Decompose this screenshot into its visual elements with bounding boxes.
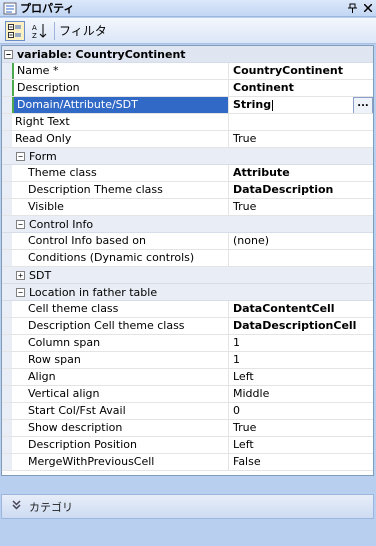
- property-row-read-only[interactable]: Read Only True: [2, 131, 373, 148]
- property-row-vertical-align[interactable]: Vertical align Middle: [2, 386, 373, 403]
- property-name: Align: [12, 369, 229, 385]
- pin-icon[interactable]: [344, 1, 360, 16]
- alphabetical-sort-button[interactable]: A Z: [30, 21, 50, 41]
- property-name: Show description: [12, 420, 229, 436]
- location-category[interactable]: − Location in father table: [2, 284, 373, 301]
- sdt-category-label: SDT: [29, 268, 52, 282]
- property-row-merge-with-previous-cell[interactable]: MergeWithPreviousCell False: [2, 454, 373, 471]
- property-name: Column span: [12, 335, 229, 351]
- property-value[interactable]: True: [229, 199, 373, 215]
- property-value[interactable]: [229, 250, 373, 266]
- variable-category[interactable]: − variable: CountryContinent: [2, 46, 373, 63]
- property-row-column-span[interactable]: Column span 1: [2, 335, 373, 352]
- property-value[interactable]: DataDescriptionCell: [229, 318, 373, 334]
- collapse-icon[interactable]: −: [16, 287, 25, 297]
- property-name: Right Text: [12, 114, 229, 130]
- property-name: Description Position: [12, 437, 229, 453]
- property-name: Read Only: [12, 131, 229, 147]
- control-info-category[interactable]: − Control Info: [2, 216, 373, 233]
- property-row-right-text[interactable]: Right Text: [2, 114, 373, 131]
- property-name: MergeWithPreviousCell: [12, 454, 229, 470]
- property-value[interactable]: True: [229, 420, 373, 436]
- panel-bottom-area: [0, 520, 376, 546]
- property-row-conditions[interactable]: Conditions (Dynamic controls): [2, 250, 373, 267]
- property-value[interactable]: (none): [229, 233, 373, 249]
- form-category-label: Form: [29, 149, 57, 163]
- browse-button[interactable]: ...: [353, 97, 373, 113]
- property-row-start-col[interactable]: Start Col/Fst Avail 0: [2, 403, 373, 420]
- property-name: Domain/Attribute/SDT: [12, 97, 229, 113]
- location-category-label: Location in father table: [29, 285, 158, 299]
- categorized-icon: [8, 23, 21, 38]
- expand-icon[interactable]: +: [16, 270, 25, 280]
- property-value[interactable]: Continent: [229, 80, 373, 96]
- property-value[interactable]: True: [229, 131, 373, 147]
- property-row-visible[interactable]: Visible True: [2, 199, 373, 216]
- double-chevron-down-icon[interactable]: [12, 500, 21, 513]
- sdt-category[interactable]: + SDT: [2, 267, 373, 284]
- property-row-show-description[interactable]: Show description True: [2, 420, 373, 437]
- property-name: Start Col/Fst Avail: [12, 403, 229, 419]
- collapse-icon[interactable]: −: [16, 219, 25, 229]
- form-category[interactable]: − Form: [2, 148, 373, 165]
- panel-title: プロパティ: [20, 2, 75, 15]
- property-row-description-theme-class[interactable]: Description Theme class DataDescription: [2, 182, 373, 199]
- property-row-description-position[interactable]: Description Position Left: [2, 437, 373, 454]
- property-name: Name *: [12, 63, 229, 79]
- property-name: Description Cell theme class: [12, 318, 229, 334]
- property-name: Conditions (Dynamic controls): [12, 250, 229, 266]
- property-value[interactable]: False: [229, 454, 373, 470]
- sort-az-icon: A Z: [32, 23, 47, 39]
- svg-text:Z: Z: [32, 32, 37, 39]
- property-row-name[interactable]: Name * CountryContinent: [2, 63, 373, 80]
- text-caret: [272, 99, 274, 111]
- panel-titlebar: プロパティ: [0, 0, 376, 17]
- property-row-description[interactable]: Description Continent: [2, 80, 373, 97]
- property-value[interactable]: Middle: [229, 386, 373, 402]
- property-value[interactable]: 1: [229, 352, 373, 368]
- property-name: Theme class: [12, 165, 229, 181]
- property-row-cell-theme-class[interactable]: Cell theme class DataContentCell: [2, 301, 373, 318]
- property-name: Description: [12, 80, 229, 96]
- property-value[interactable]: Attribute: [229, 165, 373, 181]
- property-value[interactable]: 0: [229, 403, 373, 419]
- property-name: Visible: [12, 199, 229, 215]
- property-value[interactable]: DataDescription: [229, 182, 373, 198]
- control-info-category-label: Control Info: [29, 217, 94, 231]
- property-grid: − variable: CountryContinent Name * Coun…: [1, 45, 374, 476]
- property-value[interactable]: 1: [229, 335, 373, 351]
- property-row-theme-class[interactable]: Theme class Attribute: [2, 165, 373, 182]
- properties-icon: [3, 2, 17, 14]
- property-value[interactable]: CountryContinent: [229, 63, 373, 79]
- collapse-icon[interactable]: −: [16, 151, 25, 161]
- property-row-control-info-based-on[interactable]: Control Info based on (none): [2, 233, 373, 250]
- property-value[interactable]: Left: [229, 369, 373, 385]
- close-icon[interactable]: [360, 1, 376, 16]
- property-name: Description Theme class: [12, 182, 229, 198]
- property-name: Row span: [12, 352, 229, 368]
- property-row-align[interactable]: Align Left: [2, 369, 373, 386]
- property-toolbar: A Z フィルタ: [0, 18, 376, 44]
- property-name: Control Info based on: [12, 233, 229, 249]
- category-panel-label: カテゴリ: [29, 500, 73, 514]
- property-value-editor[interactable]: String ...: [229, 97, 373, 113]
- toolbar-divider: [54, 21, 55, 40]
- filter-button[interactable]: フィルタ: [59, 22, 107, 39]
- svg-text:A: A: [32, 24, 37, 32]
- variable-category-label: variable: CountryContinent: [17, 47, 186, 61]
- property-value[interactable]: Left: [229, 437, 373, 453]
- property-row-row-span[interactable]: Row span 1: [2, 352, 373, 369]
- categorized-view-button[interactable]: [5, 20, 25, 41]
- category-panel-header[interactable]: カテゴリ: [1, 494, 374, 519]
- property-name: Cell theme class: [12, 301, 229, 317]
- property-value[interactable]: DataContentCell: [229, 301, 373, 317]
- property-value[interactable]: String: [233, 98, 271, 111]
- property-name: Vertical align: [12, 386, 229, 402]
- property-row-description-cell-theme-class[interactable]: Description Cell theme class DataDescrip…: [2, 318, 373, 335]
- collapse-icon[interactable]: −: [4, 49, 13, 59]
- property-value[interactable]: [229, 114, 373, 130]
- property-row-domain[interactable]: Domain/Attribute/SDT String ...: [2, 97, 373, 114]
